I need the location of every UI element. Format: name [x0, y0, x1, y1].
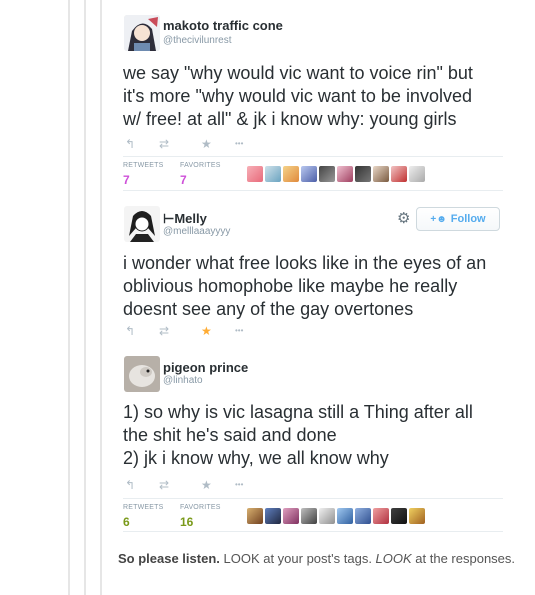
retweets-label: RETWEETS: [123, 504, 164, 511]
tweet-2: ⊢Melly @melllaaayyyy ⚙ +☻ Follow i wonde…: [113, 198, 503, 343]
favorites-count[interactable]: 16: [180, 515, 193, 529]
tweet-line: it's more "why would vic want to be invo…: [123, 86, 472, 106]
tweet-line: we say "why would vic want to voice rin"…: [123, 63, 473, 83]
caption-text: at the responses.: [411, 551, 516, 566]
caption-emphasis: LOOK: [375, 551, 412, 566]
tweet-line: the shit he's said and done: [123, 425, 337, 445]
follow-button[interactable]: +☻ Follow: [416, 207, 500, 231]
favoriter-avatar[interactable]: [283, 508, 299, 524]
favoriter-avatar[interactable]: [373, 508, 389, 524]
favorites-label: FAVORITES: [180, 504, 221, 511]
tweet-line: oblivious homophobe like maybe he really: [123, 276, 458, 296]
tweet-text: 1) so why is vic lasagna still a Thing a…: [123, 401, 503, 470]
retweet-icon[interactable]: ⇄: [159, 137, 169, 151]
favoriter-avatar[interactable]: [265, 166, 281, 182]
reply-icon[interactable]: ↰: [125, 137, 135, 151]
reblog-line-3: [100, 0, 102, 595]
favoriter-avatar[interactable]: [319, 508, 335, 524]
tweet-3: pigeon prince @linhato 1) so why is vic …: [113, 350, 503, 540]
favorite-icon[interactable]: ★: [201, 478, 212, 492]
retweets-count[interactable]: 7: [123, 173, 130, 187]
tweet-line: 2) jk i know why, we all know why: [123, 448, 389, 468]
favoriter-avatar[interactable]: [337, 508, 353, 524]
reblog-line-2: [84, 0, 86, 595]
gear-icon[interactable]: ⚙: [397, 209, 410, 227]
tweet-line: w/ free! at all" & jk i know why: young …: [123, 109, 457, 129]
reply-icon[interactable]: ↰: [125, 478, 135, 492]
more-icon[interactable]: •••: [235, 480, 243, 489]
retweet-icon[interactable]: ⇄: [159, 478, 169, 492]
favorite-icon[interactable]: ★: [201, 137, 212, 151]
tweet-text: we say "why would vic want to voice rin"…: [123, 62, 503, 131]
tweet-line: doesnt see any of the gay overtones: [123, 299, 414, 319]
favoriter-avatar[interactable]: [355, 166, 371, 182]
avatar[interactable]: [124, 206, 160, 242]
reply-icon[interactable]: ↰: [125, 324, 135, 338]
post-caption: So please listen. LOOK at your post's ta…: [118, 548, 518, 570]
favorites-label: FAVORITES: [180, 162, 221, 169]
tweet-text: i wonder what free looks like in the eye…: [123, 252, 503, 321]
tweet-1: makoto traffic cone @thecivilunrest we s…: [113, 8, 503, 191]
favoriter-avatar[interactable]: [301, 508, 317, 524]
favoriter-avatar[interactable]: [301, 166, 317, 182]
favoriter-avatar[interactable]: [391, 166, 407, 182]
display-name[interactable]: ⊢Melly: [163, 211, 207, 227]
favoriter-avatar[interactable]: [319, 166, 335, 182]
favoriters-avatars: [247, 508, 427, 526]
favoriter-avatar[interactable]: [265, 508, 281, 524]
tweet-line: i wonder what free looks like in the eye…: [123, 253, 487, 273]
more-icon[interactable]: •••: [235, 326, 243, 335]
retweet-icon[interactable]: ⇄: [159, 324, 169, 338]
more-icon[interactable]: •••: [235, 139, 243, 148]
favoriter-avatar[interactable]: [409, 508, 425, 524]
handle[interactable]: @thecivilunrest: [163, 35, 232, 46]
stats-bar: RETWEETS 6 FAVORITES 16: [123, 498, 503, 532]
avatar[interactable]: [124, 15, 160, 51]
favoriter-avatar[interactable]: [247, 166, 263, 182]
favorites-count[interactable]: 7: [180, 173, 187, 187]
retweets-label: RETWEETS: [123, 162, 164, 169]
caption-text: LOOK at your post's tags.: [219, 551, 376, 566]
follow-user-icon: +☻: [430, 213, 447, 225]
display-name[interactable]: pigeon prince: [163, 360, 248, 375]
favoriter-avatar[interactable]: [409, 166, 425, 182]
favoriter-avatar[interactable]: [391, 508, 407, 524]
avatar[interactable]: [124, 356, 160, 392]
reblog-line-1: [68, 0, 70, 595]
handle[interactable]: @melllaaayyyy: [163, 226, 230, 237]
handle[interactable]: @linhato: [163, 375, 203, 386]
favoriter-avatar[interactable]: [337, 166, 353, 182]
follow-label: Follow: [450, 213, 486, 225]
favoriter-avatar[interactable]: [355, 508, 371, 524]
favoriter-avatar[interactable]: [283, 166, 299, 182]
favoriter-avatar[interactable]: [373, 166, 389, 182]
favoriters-avatars: [247, 166, 427, 184]
favorite-icon[interactable]: ★: [201, 324, 212, 338]
tweet-line: 1) so why is vic lasagna still a Thing a…: [123, 402, 473, 422]
stats-bar: RETWEETS 7 FAVORITES 7: [123, 156, 503, 191]
retweets-count[interactable]: 6: [123, 515, 130, 529]
caption-bold: So please listen.: [118, 551, 220, 566]
favoriter-avatar[interactable]: [247, 508, 263, 524]
display-name[interactable]: makoto traffic cone: [163, 18, 283, 33]
